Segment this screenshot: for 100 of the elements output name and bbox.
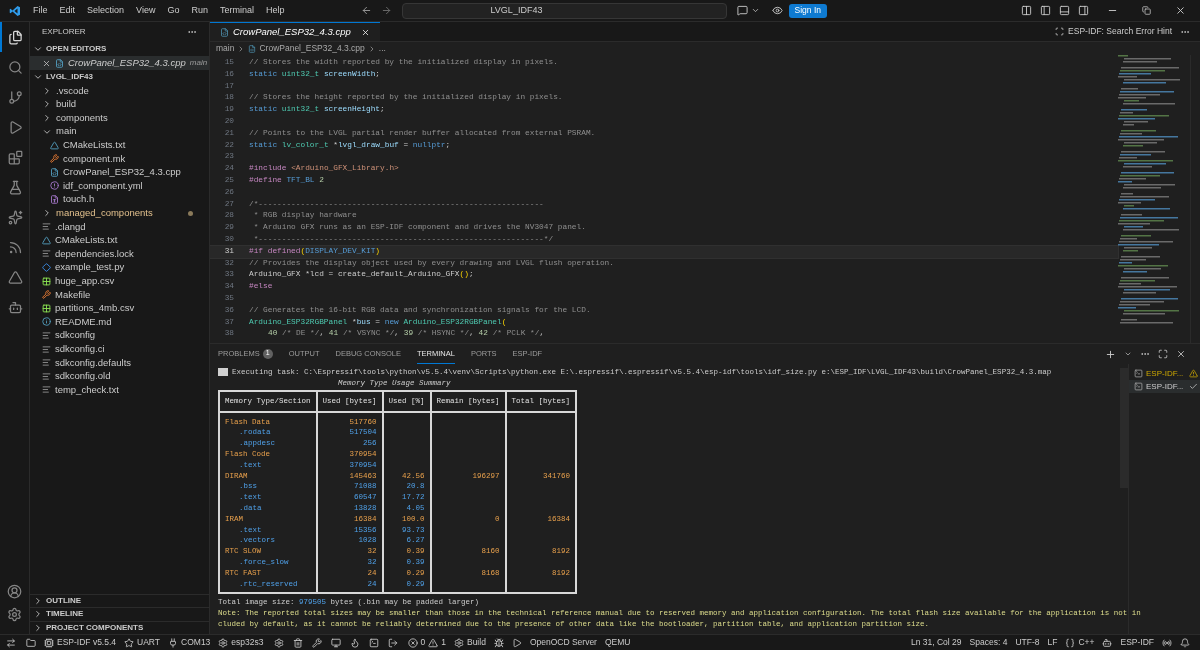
status-item[interactable]: QEMU: [600, 636, 635, 649]
folder-entry[interactable]: components: [30, 111, 209, 125]
open-editor-item[interactable]: CrowPanel_ESP32_4.3.cpp main: [30, 56, 209, 70]
tool-button[interactable]: [292, 637, 303, 648]
status-item[interactable]: Build: [449, 636, 490, 649]
folder-entry[interactable]: .vscode: [30, 84, 209, 98]
section-header[interactable]: PROJECT COMPONENTS: [30, 620, 209, 634]
robot-icon: [8, 299, 23, 315]
section-header[interactable]: TIMELINE: [30, 607, 209, 621]
menu-item[interactable]: File: [27, 3, 54, 18]
status-item[interactable]: Spaces: 4: [965, 636, 1012, 649]
explorer-entry[interactable]: CMakeLists.txt: [30, 233, 209, 248]
chat-icon[interactable]: [736, 5, 748, 16]
layout-icon[interactable]: [1021, 5, 1032, 16]
explorer-entry[interactable]: Makefile: [30, 287, 209, 302]
menu-item[interactable]: Terminal: [213, 3, 260, 18]
lines-icon: [42, 222, 51, 232]
menu-item[interactable]: View: [130, 3, 162, 18]
terminal-icon: [368, 637, 379, 648]
status-item[interactable]: LF: [1043, 636, 1062, 649]
explorer-entry[interactable]: idf_component.yml: [30, 179, 209, 193]
sidebar-toggle-icon[interactable]: [1040, 5, 1051, 16]
problems-button[interactable]: 0 1: [403, 636, 450, 649]
code-file-icon: [55, 58, 64, 68]
status-item[interactable]: OpenOCD Server: [525, 636, 601, 649]
status-item[interactable]: ESP-IDF: [1116, 636, 1158, 649]
eye-icon[interactable]: [771, 5, 783, 16]
explorer-entry[interactable]: example_test.py: [30, 260, 209, 275]
menu-item[interactable]: Help: [259, 3, 291, 18]
close-icon[interactable]: [1175, 5, 1186, 16]
gear-icon: [273, 637, 284, 648]
status-item[interactable]: ESP-IDF v5.5.4: [40, 636, 121, 649]
explorer-entry[interactable]: sdkconfig.old: [30, 369, 209, 384]
breadcrumb-item[interactable]: CrowPanel_ESP32_4.3.cpp: [259, 42, 365, 55]
close-icon[interactable]: [42, 58, 51, 68]
chevron-down-icon[interactable]: [750, 6, 760, 15]
menu-item[interactable]: Run: [185, 3, 214, 18]
explorer-entry[interactable]: partitions_4mb.csv: [30, 301, 209, 316]
status-item[interactable]: UTF-8: [1011, 636, 1044, 649]
status-item[interactable]: C++: [1061, 636, 1099, 649]
chevron-down-icon[interactable]: [1124, 350, 1132, 358]
folder-entry[interactable]: main: [30, 124, 209, 139]
editor-tab[interactable]: CrowPanel_ESP32_4.3.cpp: [210, 22, 380, 41]
plus-icon[interactable]: [1105, 348, 1116, 360]
explorer-entry[interactable]: README.md: [30, 315, 209, 329]
settings-icon[interactable]: [7, 607, 22, 622]
wrench-icon: [42, 290, 51, 300]
search-error-hint-button[interactable]: ESP-IDF: Search Error Hint: [1055, 25, 1172, 38]
breadcrumb-item[interactable]: main: [216, 42, 235, 55]
terminal-list-item[interactable]: ESP-IDF...: [1129, 367, 1200, 380]
explorer-entry[interactable]: sdkconfig: [30, 328, 209, 343]
search-field[interactable]: LVGL_IDF43: [401, 2, 727, 19]
close-icon[interactable]: [360, 27, 370, 37]
explorer-entry[interactable]: .clangd: [30, 219, 209, 234]
explorer-entry[interactable]: dependencies.lock: [30, 247, 209, 261]
folder-entry[interactable]: build: [30, 97, 209, 112]
close-icon[interactable]: [1176, 349, 1186, 359]
info-icon: [42, 317, 51, 327]
explorer-entry[interactable]: touch.h: [30, 192, 209, 207]
status-item[interactable]: esp32s3: [214, 636, 268, 649]
star-icon: [124, 637, 135, 648]
explorer-entry[interactable]: CMakeLists.txt: [30, 138, 209, 152]
lines-icon: [42, 358, 51, 368]
terminal-list-item[interactable]: ESP-IDF...: [1129, 380, 1200, 393]
explorer-entry[interactable]: CrowPanel_ESP32_4.3.cpp: [30, 165, 209, 180]
file-name: CrowPanel_ESP32_4.3.cpp: [68, 55, 186, 70]
sign-in-button[interactable]: Sign In: [788, 3, 827, 18]
explorer-entry[interactable]: sdkconfig.ci: [30, 342, 209, 356]
tool-button[interactable]: [311, 637, 322, 648]
menu-item[interactable]: Go: [161, 3, 186, 18]
menu-item[interactable]: Edit: [53, 3, 82, 18]
grid-icon: [42, 303, 51, 313]
section-header[interactable]: OUTLINE: [30, 593, 209, 607]
restore-icon[interactable]: [1142, 6, 1151, 15]
explorer-entry[interactable]: huge_app.csv: [30, 274, 209, 288]
scan-icon: [1055, 27, 1065, 36]
forward-icon[interactable]: [380, 5, 392, 16]
maximize-icon[interactable]: [1158, 349, 1168, 359]
status-item[interactable]: COM13: [164, 636, 215, 649]
panel-toggle-icon[interactable]: [1059, 5, 1070, 16]
tool-button[interactable]: [330, 637, 341, 648]
branch-icon: [8, 89, 23, 105]
section-header[interactable]: LVGL_IDF43: [30, 70, 209, 84]
explorer-entry[interactable]: component.mk: [30, 151, 209, 166]
tool-button[interactable]: [273, 637, 284, 648]
tool-button[interactable]: [387, 637, 398, 648]
status-item[interactable]: Ln 31, Col 29: [907, 636, 966, 649]
menu-item[interactable]: Selection: [81, 3, 131, 18]
tool-button[interactable]: [368, 637, 379, 648]
explorer-entry[interactable]: temp_check.txt: [30, 383, 209, 397]
status-item[interactable]: UART: [120, 636, 165, 649]
folder-entry[interactable]: managed_components: [30, 206, 209, 220]
account-icon[interactable]: [7, 584, 22, 599]
breadcrumb-item[interactable]: ...: [378, 42, 386, 55]
section-header[interactable]: OPEN EDITORS: [30, 42, 209, 56]
back-icon[interactable]: [360, 5, 372, 16]
secondary-sidebar-icon[interactable]: [1078, 5, 1089, 16]
tool-button[interactable]: [349, 637, 360, 648]
explorer-entry[interactable]: sdkconfig.defaults: [30, 355, 209, 370]
terminal-icon: [1134, 382, 1143, 391]
